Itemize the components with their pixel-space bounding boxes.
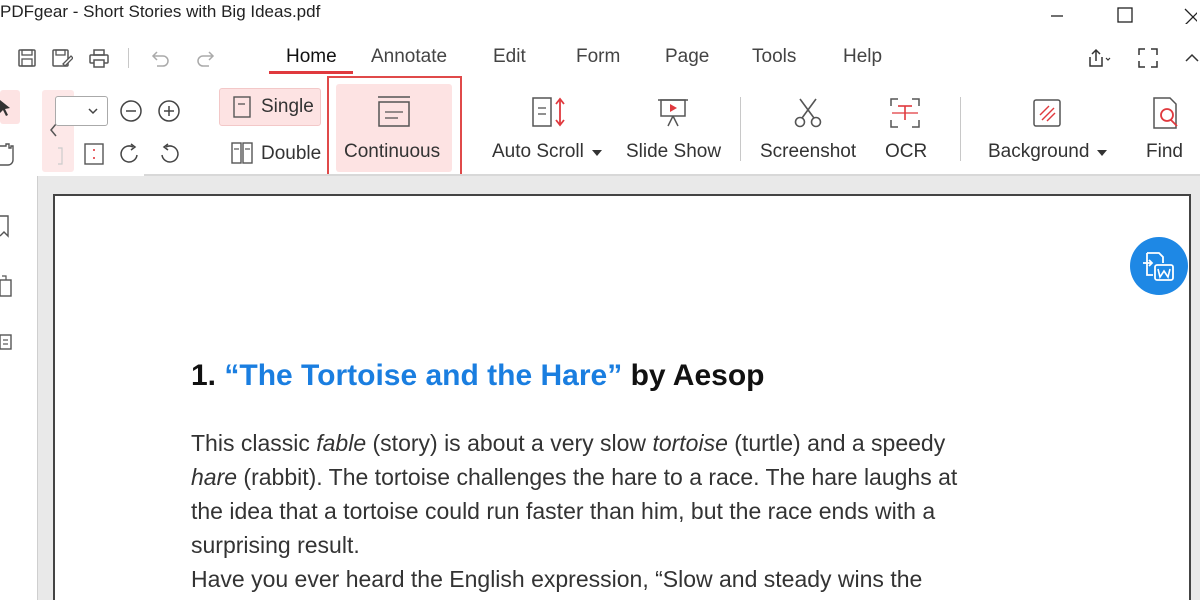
toolbar-divider	[128, 48, 129, 68]
maximize-button[interactable]	[1110, 2, 1140, 28]
caret-down-icon	[1097, 150, 1107, 156]
screenshot-label: Screenshot	[760, 141, 857, 162]
undo-icon	[151, 51, 169, 67]
auto-scroll-label: Auto Scroll	[492, 141, 584, 162]
pdf-to-word-icon	[1143, 252, 1174, 281]
continuous-scroll-icon	[378, 96, 410, 127]
tab-edit[interactable]: Edit	[493, 46, 526, 68]
rotate-counterclockwise-button[interactable]	[157, 142, 181, 166]
ocr-label: OCR	[885, 141, 928, 162]
single-page-icon	[233, 96, 251, 118]
auto-scroll-button[interactable]: Auto Scroll	[488, 88, 608, 172]
double-label: Double	[261, 143, 322, 164]
background-icon	[1033, 99, 1061, 127]
maximize-icon	[1117, 7, 1133, 23]
fullscreen-button[interactable]	[1136, 46, 1160, 70]
paragraph-line: hare (rabbit). The tortoise challenges t…	[191, 464, 958, 490]
paragraph-line: the idea that a tortoise could run faste…	[191, 498, 936, 524]
tab-help[interactable]: Help	[843, 46, 882, 68]
active-tab-indicator	[269, 71, 353, 74]
screenshot-button[interactable]: Screenshot	[756, 88, 860, 172]
slide-show-icon	[658, 99, 688, 127]
printer-icon	[89, 49, 109, 68]
hand-tool-button[interactable]	[0, 140, 20, 168]
fit-page-button[interactable]	[83, 142, 105, 166]
redo-icon	[197, 51, 215, 67]
window-title: PDFgear - Short Stories with Big Ideas.p…	[0, 2, 321, 21]
zoom-in-button[interactable]	[157, 99, 181, 123]
zoom-in-icon	[158, 100, 180, 122]
scissors-icon	[794, 98, 822, 128]
save-button[interactable]	[15, 46, 39, 70]
paragraph-line: Have you ever heard the English expressi…	[191, 566, 923, 592]
pages-icon[interactable]	[0, 274, 14, 300]
cursor-icon	[0, 100, 10, 116]
heading-number: 1.	[191, 359, 217, 392]
quick-access-overflow[interactable]	[0, 46, 6, 70]
auto-scroll-icon	[532, 97, 565, 127]
share-icon	[1089, 48, 1111, 67]
chevron-down-icon	[88, 108, 98, 115]
find-label: Find	[1146, 141, 1183, 162]
continuous-button[interactable]: Continuous	[336, 84, 452, 172]
minimize-icon	[1051, 15, 1063, 17]
print-button[interactable]	[87, 46, 111, 70]
undo-button[interactable]	[148, 46, 172, 70]
ocr-icon	[890, 98, 920, 128]
rotate-clockwise-icon	[120, 143, 138, 163]
close-button[interactable]	[1176, 2, 1200, 28]
tab-form[interactable]: Form	[576, 46, 620, 68]
zoom-out-icon	[120, 100, 142, 122]
caret-down-icon	[592, 150, 602, 156]
slide-show-label: Slide Show	[626, 141, 722, 162]
tab-tools[interactable]: Tools	[752, 46, 796, 68]
story-heading: 1. “The Tortoise and the Hare” by Aesop	[191, 359, 764, 393]
save-as-button[interactable]	[50, 46, 74, 70]
background-label: Background	[988, 141, 1090, 162]
background-button[interactable]: Background	[984, 88, 1112, 172]
rotate-clockwise-button[interactable]	[118, 142, 142, 166]
single-page-button[interactable]: Single	[219, 88, 321, 126]
chevron-up-icon	[1185, 53, 1199, 62]
tab-annotate[interactable]: Annotate	[371, 46, 447, 68]
share-button[interactable]	[1086, 46, 1114, 70]
minimize-button[interactable]	[1042, 2, 1072, 28]
paragraph-line: surprising result.	[191, 532, 360, 558]
zoom-out-button[interactable]	[119, 99, 143, 123]
save-icon	[18, 49, 36, 67]
fullscreen-icon	[1138, 48, 1158, 68]
rotate-counterclockwise-icon	[161, 143, 179, 163]
hand-icon	[0, 143, 14, 166]
heading-title[interactable]: “The Tortoise and the Hare”	[224, 359, 622, 392]
double-page-icon	[231, 142, 253, 164]
continuous-label: Continuous	[344, 141, 441, 162]
close-icon	[1184, 8, 1197, 24]
select-tool-button[interactable]	[0, 90, 20, 124]
ribbon-divider	[740, 97, 741, 161]
find-icon	[1153, 97, 1178, 129]
redo-button[interactable]	[194, 46, 218, 70]
zoom-select[interactable]	[55, 96, 108, 126]
slide-show-button[interactable]: Slide Show	[622, 88, 726, 172]
paragraph-line: This classic fable (story) is about a ve…	[191, 430, 946, 456]
ocr-button[interactable]: OCR	[878, 88, 934, 172]
bookmark-icon[interactable]	[0, 214, 14, 240]
find-button[interactable]: Find	[1140, 88, 1200, 172]
double-page-button[interactable]: Double	[222, 138, 326, 170]
dot-icon	[0, 52, 4, 64]
convert-to-word-button[interactable]	[1130, 237, 1188, 295]
left-sidebar	[0, 176, 38, 600]
collapse-ribbon-button[interactable]	[1182, 46, 1200, 70]
tab-page[interactable]: Page	[665, 46, 709, 68]
ribbon-divider	[960, 97, 961, 161]
save-as-icon	[52, 49, 73, 67]
tab-home[interactable]: Home	[286, 46, 337, 68]
fit-page-icon	[84, 143, 104, 165]
single-label: Single	[261, 96, 314, 117]
outline-icon[interactable]	[0, 332, 14, 354]
heading-author: by Aesop	[630, 359, 765, 392]
